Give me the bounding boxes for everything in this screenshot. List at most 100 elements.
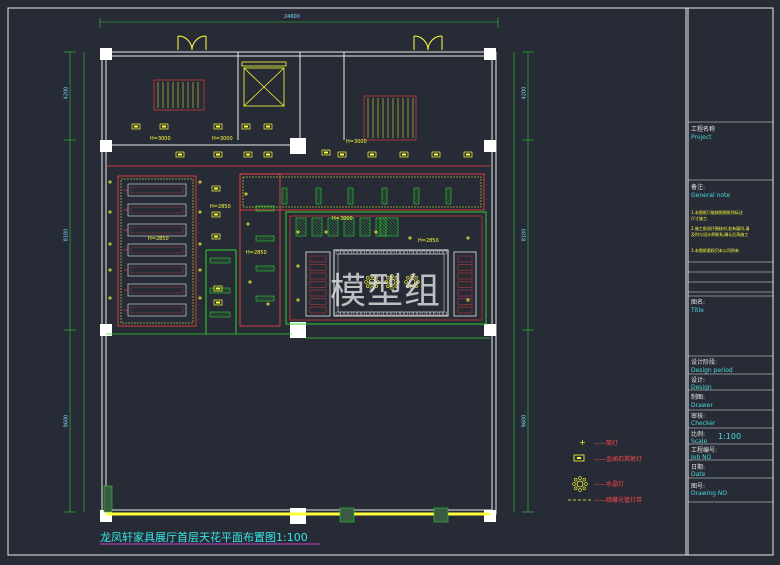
elev-tag: H=2850	[148, 236, 169, 242]
elev-tag: H=2850	[210, 204, 231, 210]
downlight-icon	[198, 180, 202, 184]
legend-label-downlight: 筒灯	[606, 440, 619, 447]
ceiling-panel	[127, 223, 187, 237]
downlight-icon	[108, 210, 112, 214]
downlight-icon	[108, 296, 112, 300]
tb-drawer-en: Drawer	[691, 402, 713, 409]
tb-drawing-en: Drawing NO	[691, 490, 728, 497]
tb-job-en: Job NO	[691, 454, 712, 461]
downlight-icon	[248, 280, 252, 284]
elev-tag: H=2850	[418, 238, 439, 244]
light-trough	[209, 257, 231, 264]
downlight-icon	[246, 222, 250, 226]
tb-note-line: 3.本图纸版权归本公司所有	[691, 248, 739, 253]
tb-note-line: 1.本图纸只能按照图纸所标注	[691, 210, 743, 215]
light-trough	[381, 187, 388, 205]
legend-label-spotlight: 金卤石英射灯	[606, 456, 643, 463]
tb-note-en: General note	[691, 192, 731, 199]
tb-note-cn: 备注:	[691, 184, 706, 191]
spotlight-icon	[211, 233, 221, 240]
tb-checker-cn: 审核:	[691, 413, 706, 420]
tb-scale-value: 1:100	[718, 432, 742, 441]
entrance-mats	[103, 485, 449, 523]
elevator-shaft	[241, 61, 287, 107]
downlight-icon	[408, 236, 412, 240]
dim-right-b: 8100	[521, 228, 528, 242]
legend-symbols: +	[568, 438, 592, 501]
ceiling-panel	[127, 283, 187, 297]
spotlight-icon	[321, 149, 331, 156]
ceiling-panel-inner	[130, 266, 184, 274]
downlight-icon	[466, 236, 470, 240]
dim-left-b: 8100	[63, 228, 70, 242]
elev-tag: H=3000	[212, 136, 233, 142]
tb-drawing-cn: 图号:	[691, 483, 706, 490]
spotlight-icon	[159, 123, 169, 130]
spotlight-icon	[175, 151, 185, 158]
left-ceiling-panels	[124, 183, 187, 317]
tb-period-cn: 设计阶段:	[691, 359, 718, 366]
tb-checker-en: Checker	[691, 420, 716, 427]
light-trough	[413, 187, 420, 205]
ornate-side-panel	[305, 251, 331, 317]
tb-note-line: 2.施工前须仔细核对,若有疑问,请	[691, 226, 750, 231]
ceiling-panel-inner	[130, 246, 184, 254]
tb-period-en: Design period	[691, 367, 733, 374]
tb-job-cn: 工程编号:	[691, 447, 718, 454]
downlight-icon	[108, 242, 112, 246]
tb-drawer-cn: 制图:	[691, 394, 706, 401]
legend-label-chandelier: 水晶灯	[606, 481, 625, 488]
downlight-icon	[108, 180, 112, 184]
ceiling-panel-inner	[130, 226, 184, 234]
spotlight-icon	[211, 185, 221, 192]
spotlight-icon	[213, 151, 223, 158]
downlight-icon	[198, 296, 202, 300]
chandelier-icon	[572, 476, 588, 492]
light-trough	[281, 187, 288, 205]
light-trough	[379, 217, 399, 237]
light-trough	[445, 187, 452, 205]
ceiling-panel-inner	[130, 186, 184, 194]
tb-note-line: 及时与设计师联系,确认后再施工	[691, 232, 749, 237]
watermark: 模型组	[330, 271, 442, 312]
svg-text:+: +	[579, 438, 586, 447]
downlight-icon	[108, 268, 112, 272]
light-trough	[255, 265, 275, 272]
spotlight-icon	[243, 151, 253, 158]
downlight-icon	[296, 298, 300, 302]
downlight-icon	[198, 210, 202, 214]
legend-label-led-strip: 暗藏光管灯带	[606, 497, 643, 504]
ceiling-panel	[127, 183, 187, 197]
spotlight-icon	[337, 151, 347, 158]
light-trough	[315, 187, 322, 205]
dim-left-c: 9600	[63, 414, 70, 428]
tb-design-en: Design	[691, 384, 712, 391]
downlight-icon	[374, 230, 378, 234]
ceiling-panel	[127, 243, 187, 257]
spotlight-icon	[263, 151, 273, 158]
dimension-lines	[64, 18, 534, 513]
tb-date-cn: 日期:	[691, 464, 706, 471]
elev-tag: H=3000	[150, 136, 171, 142]
light-trough	[347, 187, 354, 205]
spotlight-icon	[213, 285, 223, 292]
light-trough	[359, 217, 371, 237]
tb-title-cn: 图名:	[691, 299, 706, 306]
ornate-side-panel	[453, 251, 477, 317]
dim-right-a: 4200	[521, 86, 528, 100]
light-trough	[375, 217, 387, 237]
spotlight-icon	[431, 151, 441, 158]
ceiling-panel-inner	[130, 306, 184, 314]
ceiling-panel	[127, 263, 187, 277]
dim-left-a: 4200	[63, 86, 70, 100]
ceiling-panel-inner	[130, 206, 184, 214]
elev-tag: H=3000	[332, 216, 353, 222]
light-trough	[295, 217, 307, 237]
downlight-icon	[198, 268, 202, 272]
spotlight-icon	[213, 299, 223, 306]
tb-title-en: Title	[691, 307, 704, 314]
dim-top-total: 24600	[284, 14, 300, 20]
spotlight-icon	[463, 151, 473, 158]
spotlight-icon	[211, 211, 221, 218]
tb-scale-en: Scale	[691, 438, 708, 445]
